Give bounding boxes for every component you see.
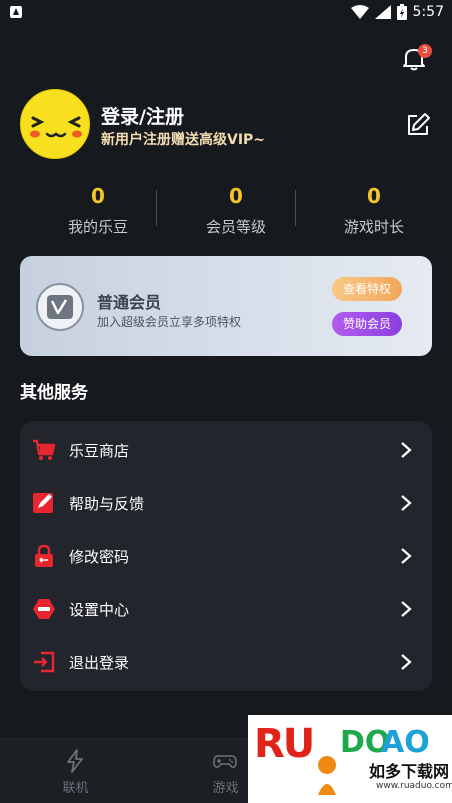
list-item-ledou-shop[interactable]: 乐豆商店 [20, 423, 432, 476]
stat-value: 0 [367, 184, 381, 208]
stat-member-level[interactable]: 0 会员等级 [166, 182, 306, 237]
login-register-link[interactable]: 登录/注册 [101, 102, 184, 129]
clock-time: 5:57 [412, 4, 444, 20]
logout-icon [34, 651, 55, 673]
edit-profile-icon[interactable] [405, 112, 431, 138]
stat-label: 我的乐豆 [67, 218, 128, 236]
stat-value: 0 [91, 184, 105, 208]
chevron-right-icon [401, 654, 412, 670]
register-promo-text: 新用户注册赠送高级VIP~ [101, 132, 266, 148]
stat-ledou[interactable]: 0 我的乐豆 [28, 182, 168, 237]
signal-icon [374, 5, 391, 19]
vip-badge-icon [36, 283, 84, 331]
wifi-icon [350, 5, 369, 19]
user-stats: 0 我的乐豆 0 会员等级 0 游戏时长 [20, 182, 432, 242]
list-item-help-feedback[interactable]: 帮助与反馈 [20, 476, 432, 529]
watermark-text: 如多下载网 [369, 762, 450, 781]
view-privileges-button[interactable]: 查看特权 [332, 277, 402, 301]
status-bar-right: 5:57 [350, 3, 444, 21]
watermark-logo: RU DO AO 如多下载网 www.ruaduo.com [248, 715, 452, 803]
tab-multiplayer[interactable]: 联机 [19, 739, 132, 803]
watermark-text: AO [381, 725, 430, 760]
watermark-figure-icon [318, 756, 336, 795]
list-item-logout[interactable]: 退出登录 [20, 635, 432, 688]
cart-icon [33, 439, 56, 460]
feedback-icon [33, 493, 53, 513]
lightning-icon [67, 749, 83, 773]
list-item-label: 设置中心 [69, 601, 130, 619]
stat-label: 会员等级 [205, 218, 266, 236]
tab-label: 联机 [62, 781, 89, 796]
watermark-text: RU [254, 721, 315, 767]
stat-game-time[interactable]: 0 游戏时长 [304, 182, 444, 237]
avatar-face-icon [30, 116, 82, 138]
vip-membership-card[interactable]: 普通会员 加入超级会员立享多项特权 查看特权 赞助会员 [20, 256, 432, 356]
watermark-text: www.ruaduo.com [376, 781, 452, 791]
gamepad-icon [213, 755, 237, 768]
vip-tier-title: 普通会员 [97, 293, 162, 312]
stat-value: 0 [229, 184, 243, 208]
services-list: 乐豆商店 帮助与反馈 修改密码 设置中心 退出登录 [20, 421, 432, 691]
v-letter-icon [50, 299, 68, 315]
chevron-right-icon [401, 442, 412, 458]
chevron-right-icon [401, 495, 412, 511]
sponsor-member-button[interactable]: 赞助会员 [332, 312, 402, 336]
stat-label: 游戏时长 [343, 218, 404, 236]
app-notification-icon [10, 6, 22, 18]
section-title-services: 其他服务 [20, 383, 88, 403]
lock-icon [35, 544, 53, 567]
stat-divider [295, 190, 296, 226]
list-item-change-password[interactable]: 修改密码 [20, 529, 432, 582]
vip-tier-subtitle: 加入超级会员立享多项特权 [97, 315, 242, 329]
list-item-label: 乐豆商店 [69, 442, 130, 460]
vip-badge-inner [47, 295, 73, 319]
list-item-label: 帮助与反馈 [69, 495, 145, 513]
status-bar: 5:57 [0, 0, 452, 24]
list-item-label: 修改密码 [69, 548, 130, 566]
stat-divider [156, 190, 157, 226]
chevron-right-icon [401, 548, 412, 564]
list-item-label: 退出登录 [69, 654, 130, 672]
notification-badge: 3 [418, 44, 432, 58]
avatar[interactable] [20, 89, 90, 159]
battery-icon [396, 4, 407, 20]
chevron-right-icon [401, 601, 412, 617]
settings-icon [33, 599, 55, 619]
list-item-settings[interactable]: 设置中心 [20, 582, 432, 635]
